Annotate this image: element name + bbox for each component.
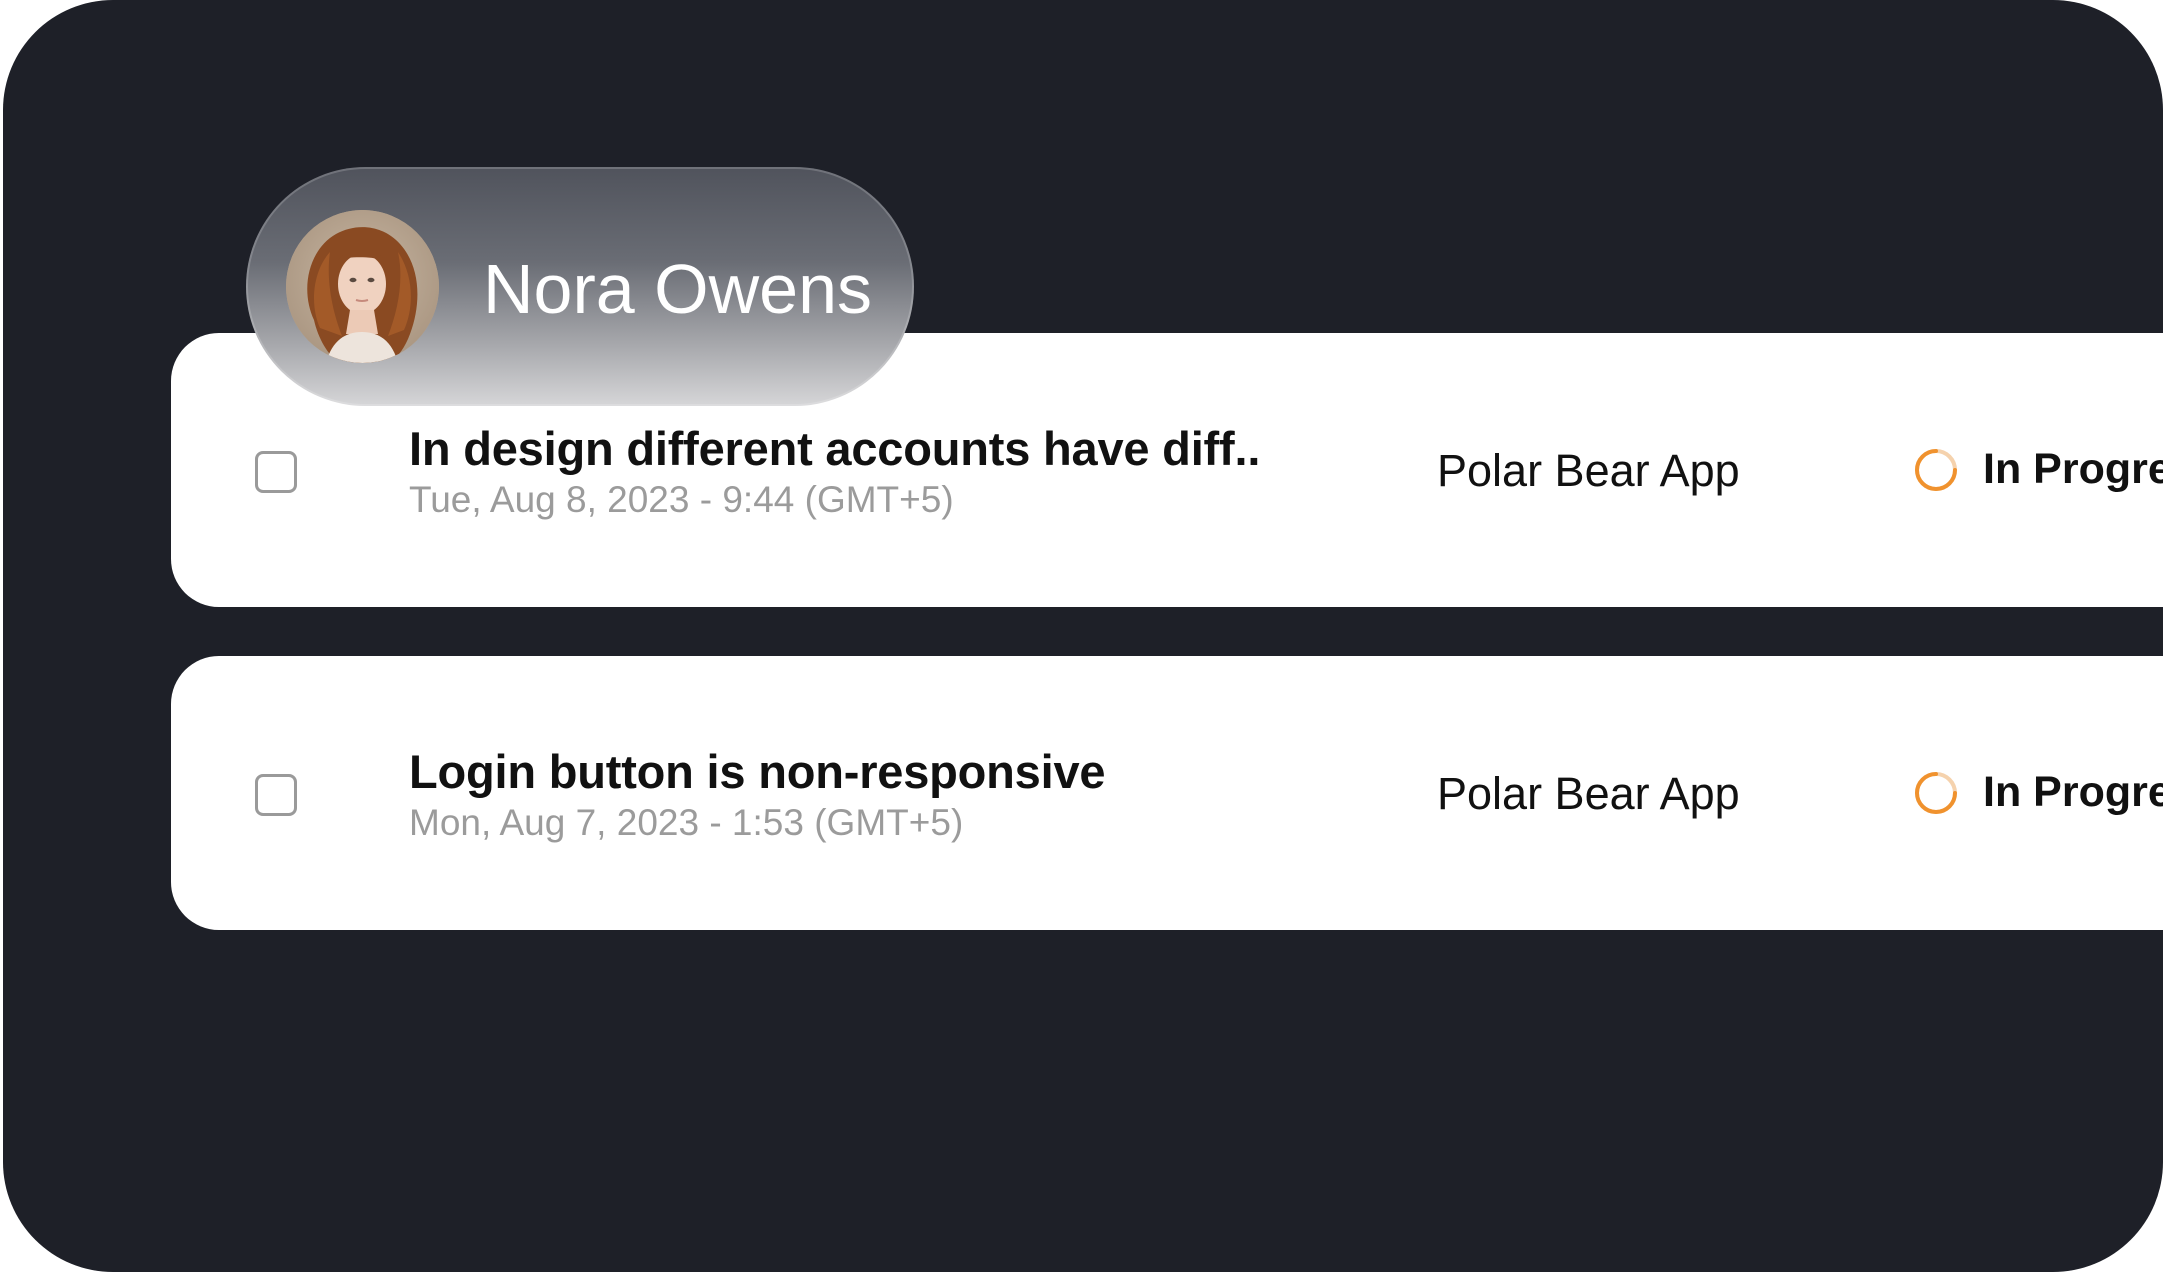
in-progress-spinner-icon — [1915, 449, 1957, 491]
task-project: Polar Bear App — [1437, 445, 1740, 496]
task-checkbox[interactable] — [255, 451, 297, 493]
task-date: Mon, Aug 7, 2023 - 1:53 (GMT+5) — [409, 802, 964, 843]
avatar — [286, 210, 439, 363]
status-label: In Progress — [1983, 768, 2163, 816]
task-project: Polar Bear App — [1437, 768, 1740, 819]
assignee-chip[interactable]: Nora Owens — [246, 167, 914, 406]
app-frame: In design different accounts have diff..… — [3, 0, 2163, 1272]
task-checkbox[interactable] — [255, 774, 297, 816]
task-date: Tue, Aug 8, 2023 - 9:44 (GMT+5) — [409, 479, 954, 520]
task-title: In design different accounts have diff.. — [409, 422, 1261, 475]
task-title: Login button is non-responsive — [409, 745, 1106, 798]
in-progress-spinner-icon — [1915, 772, 1957, 814]
avatar-portrait-icon — [286, 210, 439, 363]
task-row[interactable]: Login button is non-responsive Mon, Aug … — [171, 656, 2163, 930]
assignee-name: Nora Owens — [483, 250, 873, 328]
status-label: In Progress — [1983, 445, 2163, 493]
